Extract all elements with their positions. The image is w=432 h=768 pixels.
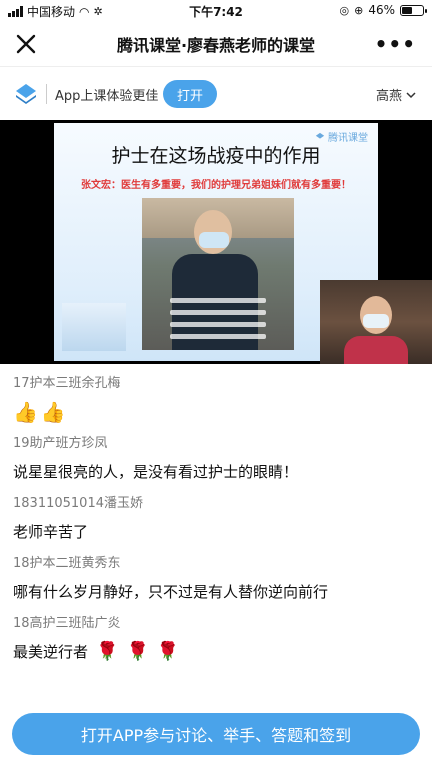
tencent-classroom-logo-icon <box>16 84 36 104</box>
rose-icon: 🌹 <box>126 641 149 662</box>
slide-photo <box>142 198 294 350</box>
comment-item: 19助产班方珍凤 说星星很亮的人，是没有看过护士的眼睛！ <box>0 434 432 484</box>
battery-percent: 46% <box>368 3 395 17</box>
app-promo-banner: App上课体验更佳 打开 高燕 <box>0 66 432 120</box>
rose-icon: 🌹 <box>156 641 180 662</box>
comment-emoji: 👍 👍 <box>13 400 432 424</box>
battery-icon <box>400 4 427 16</box>
status-bar: 中国移动 ◠ ✲ 下午7:42 ◎ ⊕ 46% <box>0 0 432 22</box>
comment-item: 18高护三班陆广炎 最美逆行者 🌹 🌹 🌹 <box>0 614 432 664</box>
open-app-cta-button[interactable]: 打开APP参与讨论、举手、答题和签到 <box>12 713 420 755</box>
photo-subtitle-line <box>170 310 266 315</box>
open-app-button[interactable]: 打开 <box>163 80 217 108</box>
chevron-down-icon <box>406 91 416 98</box>
comment-text: 说星星很亮的人，是没有看过护士的眼睛！ <box>13 463 299 481</box>
thumbs-up-icon: 👍 <box>40 400 66 424</box>
comment-item: 17护本三班余孔梅 👍 👍 <box>0 374 432 424</box>
user-name: 高燕 <box>375 89 402 104</box>
comment-text: 哪有什么岁月静好，只不过是有人替你逆向前行 <box>13 583 329 601</box>
teacher-camera-pip[interactable] <box>320 280 432 364</box>
lock-rotation-icon: ⊕ <box>354 3 364 17</box>
banner-text: App上课体验更佳 <box>55 89 159 104</box>
teacher-body <box>344 336 408 364</box>
more-icon[interactable]: ••• <box>375 32 416 56</box>
comment-item: 18311051014潘玉娇 老师辛苦了 <box>0 494 432 544</box>
photo-subtitle-line <box>170 334 266 339</box>
teacher-mask <box>363 314 389 328</box>
comment-item: 18护本二班黄秀东 哪有什么岁月静好，只不过是有人替你逆向前行 <box>0 554 432 604</box>
comment-text-label: 最美逆行者 <box>13 643 89 661</box>
banner-divider <box>46 84 47 104</box>
thumbs-up-icon: 👍 <box>13 400 38 424</box>
comment-author: 18311051014潘玉娇 <box>13 496 143 511</box>
comment-list: 17护本三班余孔梅 👍 👍 19助产班方珍凤 说星星很亮的人，是没有看过护士的眼… <box>0 364 432 664</box>
watermark-logo-icon <box>315 132 325 139</box>
close-icon[interactable] <box>14 32 38 56</box>
alarm-icon: ◎ <box>339 3 350 17</box>
slide-title: 护士在这场战疫中的作用 <box>111 145 321 167</box>
rose-icon: 🌹 <box>96 641 119 662</box>
comment-text: 最美逆行者 🌹 🌹 🌹 <box>13 640 432 664</box>
photo-subtitle-line <box>170 298 266 303</box>
status-right: ◎ ⊕ 46% <box>339 3 427 17</box>
photo-subtitle-line <box>170 322 266 327</box>
comment-author: 18护本二班黄秀东 <box>13 556 121 571</box>
photo-person-mask <box>199 232 229 248</box>
page-title: 腾讯课堂·廖春燕老师的课堂 <box>116 36 316 55</box>
nav-bar: 腾讯课堂·廖春燕老师的课堂 ••• <box>0 22 432 66</box>
comment-author: 18高护三班陆广炎 <box>13 616 121 631</box>
comment-text: 老师辛苦了 <box>13 523 89 541</box>
comment-author: 17护本三班余孔梅 <box>13 376 121 391</box>
comment-author: 19助产班方珍凤 <box>13 436 108 451</box>
video-player[interactable]: 腾讯课堂 护士在这场战疫中的作用 张文宏：医生有多重要，我们的护理兄弟姐妹们就有… <box>0 120 432 364</box>
user-menu[interactable]: 高燕 <box>376 85 416 104</box>
slide-building-image <box>62 303 126 351</box>
slide-quote: 张文宏：医生有多重要，我们的护理兄弟姐妹们就有多重要！ <box>81 180 351 191</box>
battery-fill <box>402 6 413 14</box>
